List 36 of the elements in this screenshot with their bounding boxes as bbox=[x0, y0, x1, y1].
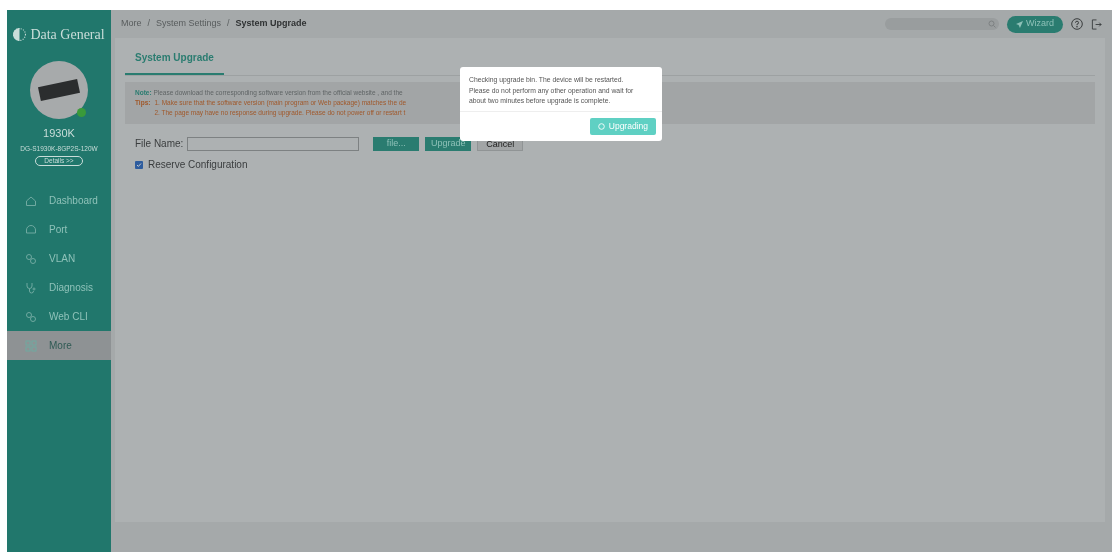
breadcrumb-item[interactable]: More bbox=[121, 17, 142, 31]
grid-icon bbox=[25, 339, 37, 352]
nav-item[interactable]: Port bbox=[7, 215, 111, 245]
logout-icon[interactable] bbox=[1091, 18, 1102, 30]
link-icon bbox=[25, 310, 37, 323]
nav-item[interactable]: Web CLI bbox=[7, 302, 111, 332]
breadcrumb-separator: / bbox=[227, 17, 230, 31]
breadcrumb-item[interactable]: System Settings bbox=[156, 17, 222, 31]
status-icon bbox=[77, 108, 86, 117]
upgrade-button[interactable]: Upgrade bbox=[425, 136, 472, 151]
nav-item[interactable]: More bbox=[7, 331, 111, 361]
reserve-label: Reserve Configuration bbox=[148, 158, 248, 172]
nav-item[interactable]: VLAN bbox=[7, 244, 111, 274]
search-field[interactable] bbox=[885, 18, 999, 30]
search-icon bbox=[988, 20, 996, 28]
home-icon bbox=[25, 194, 37, 207]
tab[interactable]: System Upgrade bbox=[125, 50, 224, 75]
file-name-label: File Name: bbox=[135, 137, 184, 151]
file-button[interactable]: file... bbox=[373, 136, 420, 151]
nav-item[interactable]: Diagnosis bbox=[7, 273, 111, 303]
device-model: 1930K bbox=[43, 126, 75, 141]
send-icon bbox=[1016, 20, 1023, 28]
upgrading-button[interactable]: Upgrading bbox=[589, 117, 656, 135]
breadcrumb-item: System Upgrade bbox=[235, 17, 307, 31]
brand-name: Data General bbox=[30, 26, 105, 44]
reserve-checkbox[interactable] bbox=[135, 160, 143, 169]
nav-item[interactable]: Dashboard bbox=[7, 186, 111, 216]
spinner-icon bbox=[597, 122, 605, 130]
stethoscope-icon bbox=[25, 281, 37, 294]
breadcrumb-separator: / bbox=[147, 17, 151, 31]
help-icon[interactable] bbox=[1071, 18, 1083, 30]
link-icon bbox=[25, 252, 37, 265]
logo-icon bbox=[13, 28, 27, 41]
wizard-button[interactable]: Wizard bbox=[1007, 15, 1063, 33]
port-icon bbox=[25, 223, 37, 236]
file-name-field[interactable] bbox=[187, 136, 360, 151]
